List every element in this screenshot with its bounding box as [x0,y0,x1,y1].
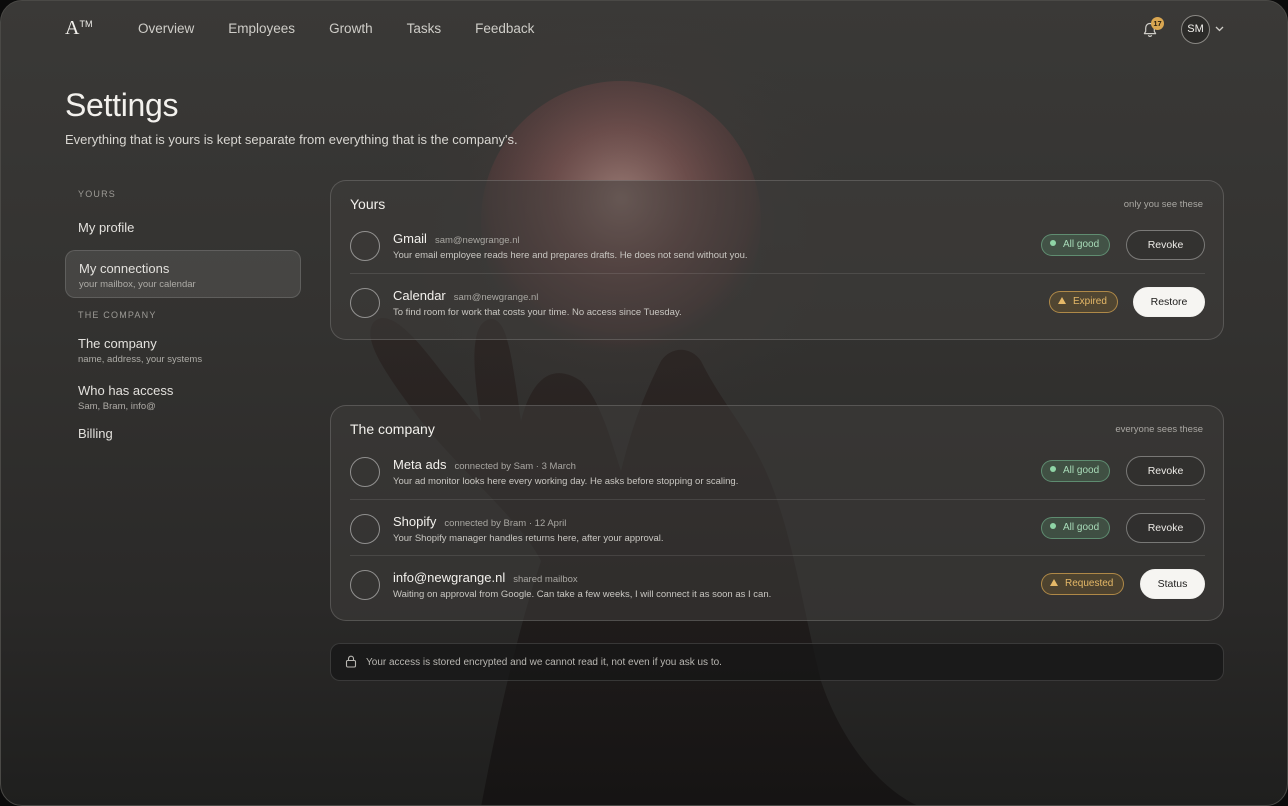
sidebar-item-who-has-access[interactable]: Who has access Sam, Bram, info@ [65,383,301,417]
settings-sidebar: YOURS My profile My connections your mai… [65,187,301,445]
notification-count-badge: 17 [1151,17,1164,30]
status-badge: Expired [1049,291,1118,313]
user-avatar[interactable]: SM [1181,15,1210,44]
status-badge: All good [1041,460,1111,482]
company-connections-card: The company everyone sees these Meta ads… [330,405,1224,621]
card-visibility-note: everyone sees these [1115,424,1203,435]
app-window: ATM Overview Employees Growth Tasks Feed… [0,0,1288,806]
connection-icon-placeholder [350,231,380,261]
connection-name: info@newgrange.nl shared mailbox [393,570,578,585]
nav-feedback[interactable]: Feedback [475,21,534,36]
sidebar-item-my-profile[interactable]: My profile [65,217,301,239]
sidebar-item-my-connections[interactable]: My connections your mailbox, your calend… [65,250,301,298]
connection-meta: sam@newgrange.nl [453,292,539,303]
lock-icon [345,655,357,668]
nav-overview[interactable]: Overview [138,21,194,36]
sidebar-item-label: Billing [78,426,113,441]
sidebar-heading-yours: YOURS [78,189,117,199]
connection-meta: sam@newgrange.nl [434,235,520,246]
connection-row-gmail: Gmail sam@newgrange.nl Your email employe… [350,217,1205,273]
revoke-button[interactable]: Revoke [1126,513,1205,543]
connection-row-meta-ads: Meta ads connected by Sam · 3 March Your … [350,443,1205,499]
connection-row-shared-mailbox: info@newgrange.nl shared mailbox Waiting … [350,555,1205,611]
connection-name: Meta ads connected by Sam · 3 March [393,457,576,472]
connection-name: Shopify connected by Bram · 12 April [393,514,567,529]
status-badge: Requested [1041,573,1125,595]
page-subtitle: Everything that is yours is kept separat… [65,132,518,147]
nav-growth[interactable]: Growth [329,21,373,36]
sidebar-item-label: My profile [78,220,135,235]
status-badge: All good [1041,517,1111,539]
connection-meta: shared mailbox [513,574,578,585]
sidebar-item-label: The company [78,336,157,351]
connection-meta: connected by Sam · 3 March [454,461,576,472]
chevron-down-icon[interactable] [1214,23,1225,34]
card-title: The company [350,421,435,437]
sidebar-item-label: My connections [79,261,170,276]
sidebar-item-the-company[interactable]: The company name, address, your systems [65,336,301,370]
nav-tasks[interactable]: Tasks [407,21,442,36]
nav-employees[interactable]: Employees [228,21,295,36]
card-visibility-note: only you see these [1123,199,1203,210]
sidebar-item-sublabel: your mailbox, your calendar [79,279,196,290]
connection-row-shopify: Shopify connected by Bram · 12 April Your… [350,499,1205,555]
restore-button[interactable]: Restore [1133,287,1205,317]
sidebar-item-label: Who has access [78,383,174,398]
encryption-notice: Your access is stored encrypted and we c… [330,643,1224,681]
connection-name: Gmail sam@newgrange.nl [393,231,520,246]
encryption-notice-text: Your access is stored encrypted and we c… [366,657,722,668]
connection-row-calendar: Calendar sam@newgrange.nl To find room fo… [350,273,1205,329]
top-navigation-bar: ATM Overview Employees Growth Tasks Feed… [1,1,1287,59]
sidebar-item-sublabel: name, address, your systems [78,354,203,365]
connection-description: To find room for work that costs your ti… [393,307,682,318]
page-title: Settings [65,87,179,123]
main-nav: Overview Employees Growth Tasks Feedback [138,21,568,36]
revoke-button[interactable]: Revoke [1126,230,1205,260]
connection-description: Your Shopify manager handles returns her… [393,533,664,544]
connection-meta: connected by Bram · 12 April [444,518,567,529]
connection-description: Your ad monitor looks here every working… [393,476,739,487]
connection-icon-placeholder [350,288,380,318]
sidebar-item-billing[interactable]: Billing [65,423,301,445]
connection-icon-placeholder [350,570,380,600]
card-title: Yours [350,196,386,212]
status-button[interactable]: Status [1140,569,1205,599]
sidebar-item-sublabel: Sam, Bram, info@ [78,401,156,412]
status-badge: All good [1041,234,1111,256]
yours-connections-card: Yours only you see these Gmail sam@newgra… [330,180,1224,340]
connection-name: Calendar sam@newgrange.nl [393,288,539,303]
connection-icon-placeholder [350,457,380,487]
connection-icon-placeholder [350,514,380,544]
revoke-button[interactable]: Revoke [1126,456,1205,486]
sidebar-heading-company: THE COMPANY [78,310,157,320]
connection-description: Your email employee reads here and prepa… [393,250,748,261]
connection-description: Waiting on approval from Google. Can tak… [393,589,772,600]
brand-logo[interactable]: ATM [65,17,92,40]
